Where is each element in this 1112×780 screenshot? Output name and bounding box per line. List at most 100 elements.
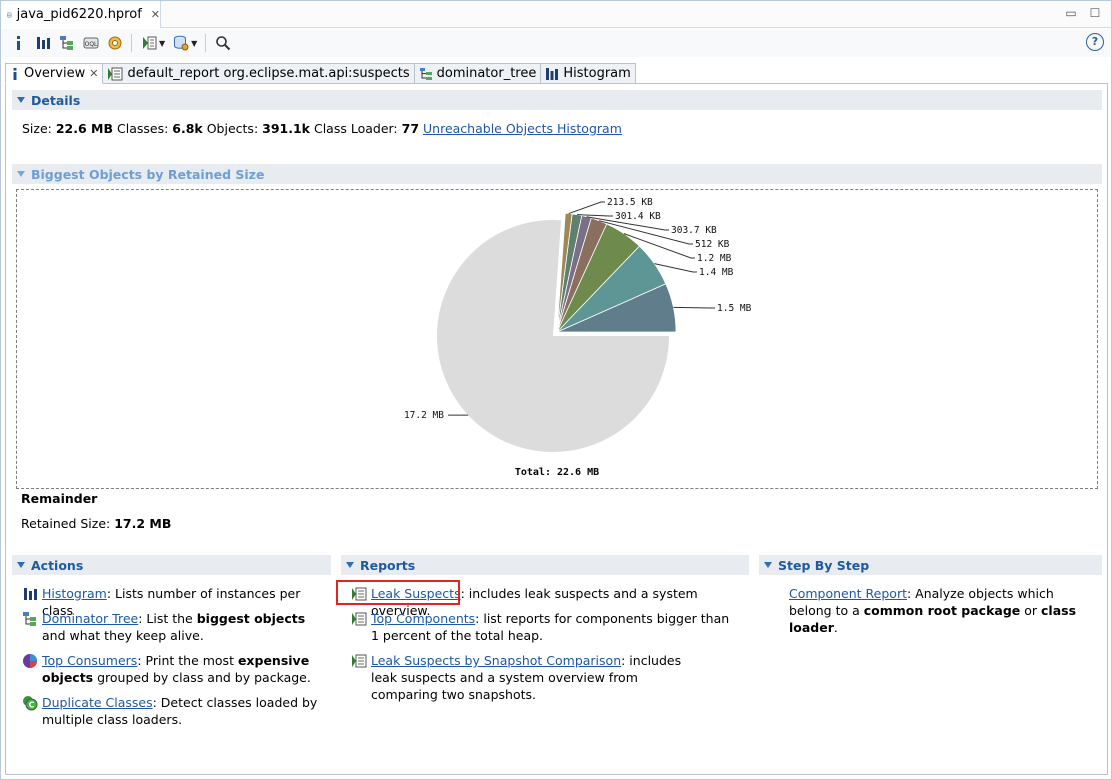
run-report-icon[interactable] bbox=[138, 33, 159, 54]
objects-value: 391.1k bbox=[262, 121, 310, 136]
search-icon[interactable] bbox=[212, 33, 233, 54]
retained-size: Retained Size: 17.2 MB bbox=[21, 516, 171, 531]
info-icon bbox=[13, 67, 17, 80]
biggest-objects-section-header[interactable]: Biggest Objects by Retained Size bbox=[12, 164, 1102, 184]
duplicate-classes-icon: C bbox=[23, 696, 38, 711]
size-label: Size: bbox=[22, 121, 56, 136]
tab-label: dominator_tree bbox=[436, 66, 537, 81]
size-value: 22.6 MB bbox=[55, 121, 114, 136]
report-icon bbox=[108, 67, 123, 80]
histogram-icon bbox=[546, 67, 559, 80]
heap-editor-window: java_pid6220.hprof ✕ ▭ ☐ OQL ▼ ▼ ? Overv… bbox=[0, 0, 1112, 780]
duplicate-classes-link[interactable]: Duplicate Classes bbox=[42, 695, 153, 710]
histogram-icon[interactable] bbox=[32, 33, 53, 54]
view-tab-bar: Overview ✕ default_report org.eclipse.ma… bbox=[5, 63, 636, 84]
heap-dump-overview-icon[interactable] bbox=[104, 33, 125, 54]
maximize-icon[interactable]: ☐ bbox=[1088, 6, 1102, 20]
tab-label: default_report org.eclipse.mat.api:suspe… bbox=[127, 66, 410, 81]
chevron-down-icon[interactable]: ▼ bbox=[159, 39, 165, 48]
collapse-icon[interactable] bbox=[17, 171, 25, 177]
actions-section-header[interactable]: Actions bbox=[12, 555, 331, 575]
collapse-icon[interactable] bbox=[764, 562, 772, 568]
retained-size-pie-chart: 1.5 MB 1.4 MB 1.2 MB 512 KB 303.7 KB 301.4 KB… bbox=[16, 189, 1098, 489]
dominator-tree-icon bbox=[419, 67, 432, 80]
histogram-icon bbox=[24, 588, 37, 600]
oql-icon[interactable]: OQL bbox=[80, 33, 101, 54]
pie-slice-label: 301.4 KB bbox=[615, 211, 661, 222]
pie-slice-label: 1.5 MB bbox=[717, 303, 752, 314]
dominator-tree-icon bbox=[23, 612, 36, 626]
step-emphasis: common root package bbox=[863, 603, 1021, 618]
pie-slice-label: 213.5 KB bbox=[607, 197, 653, 208]
editor-tab-hprof[interactable]: java_pid6220.hprof ✕ bbox=[1, 1, 161, 28]
step-by-step-title: Step By Step bbox=[778, 557, 870, 573]
action-emphasis: biggest objects bbox=[196, 611, 306, 626]
tab-label: Histogram bbox=[563, 66, 631, 81]
info-icon[interactable] bbox=[8, 33, 29, 54]
tab-dominator-tree[interactable]: dominator_tree bbox=[414, 63, 542, 84]
pie-slice-label: 17.2 MB bbox=[404, 410, 444, 421]
component-report-link[interactable]: Component Report bbox=[789, 586, 907, 601]
tab-histogram[interactable]: Histogram bbox=[541, 63, 636, 84]
pie-slice-label: 1.4 MB bbox=[699, 267, 734, 278]
pie-leader-line bbox=[568, 201, 605, 215]
remainder-title: Remainder bbox=[21, 491, 98, 506]
histogram-link[interactable]: Histogram bbox=[42, 586, 107, 601]
tab-label: Overview bbox=[24, 66, 86, 81]
retained-size-label: Retained Size: bbox=[21, 516, 115, 531]
details-section-header[interactable]: Details bbox=[12, 90, 1102, 110]
reports-title: Reports bbox=[360, 557, 416, 573]
biggest-objects-title: Biggest Objects by Retained Size bbox=[31, 166, 265, 182]
step-by-step-section-header[interactable]: Step By Step bbox=[759, 555, 1102, 575]
class-loader-value: 77 bbox=[401, 121, 420, 136]
top-consumers-icon bbox=[23, 654, 37, 668]
close-icon[interactable]: ✕ bbox=[89, 67, 98, 80]
close-icon[interactable]: ✕ bbox=[151, 8, 160, 21]
action-description: and what they keep alive. bbox=[42, 628, 204, 643]
help-icon[interactable]: ? bbox=[1086, 33, 1104, 51]
editor-tab-label: java_pid6220.hprof bbox=[16, 7, 142, 22]
action-description: : List the bbox=[138, 611, 197, 626]
toolbar-separator bbox=[131, 34, 132, 52]
pie-chart-svg: 1.5 MB 1.4 MB 1.2 MB 512 KB 303.7 KB 301.4 KB… bbox=[404, 197, 752, 478]
pie-slice-label: 303.7 KB bbox=[671, 225, 717, 236]
action-description: grouped by class and by package. bbox=[93, 670, 311, 685]
editor-tab-bar: java_pid6220.hprof ✕ ▭ ☐ bbox=[1, 1, 1111, 28]
report-icon bbox=[352, 654, 367, 668]
top-components-link[interactable]: Top Components bbox=[371, 611, 475, 626]
step-component-report: Component Report: Analyze objects which … bbox=[789, 585, 1094, 636]
classes-value: 6.8k bbox=[172, 121, 203, 136]
retained-size-value: 17.2 MB bbox=[114, 516, 172, 531]
action-description: : Print the most bbox=[137, 653, 238, 668]
unreachable-objects-histogram-link[interactable]: Unreachable Objects Histogram bbox=[423, 121, 622, 136]
dominator-tree-link[interactable]: Dominator Tree bbox=[42, 611, 138, 626]
collapse-icon[interactable] bbox=[17, 97, 25, 103]
pie-slice-label: 512 KB bbox=[695, 239, 730, 250]
tab-overview[interactable]: Overview ✕ bbox=[5, 63, 104, 84]
actions-title: Actions bbox=[31, 557, 84, 573]
reports-section-header[interactable]: Reports bbox=[341, 555, 749, 575]
leak-suspects-comparison-link[interactable]: Leak Suspects by Snapshot Comparison bbox=[371, 653, 621, 668]
heap-dump-icon bbox=[7, 11, 12, 18]
open-query-browser-icon[interactable] bbox=[170, 33, 191, 54]
toolbar: OQL ▼ ▼ ? bbox=[2, 29, 1110, 57]
tab-default-report[interactable]: default_report org.eclipse.mat.api:suspe… bbox=[103, 63, 415, 84]
objects-label: Objects: bbox=[202, 121, 263, 136]
collapse-icon[interactable] bbox=[17, 562, 25, 568]
annotation-highlight-box bbox=[336, 580, 460, 605]
toolbar-separator bbox=[205, 34, 207, 52]
report-icon bbox=[352, 612, 367, 626]
pie-slice-label: 1.2 MB bbox=[697, 253, 732, 264]
pie-total-label: Total: 22.6 MB bbox=[515, 467, 599, 478]
step-description: . bbox=[833, 620, 838, 635]
dominator-tree-icon[interactable] bbox=[56, 33, 77, 54]
minimize-icon[interactable]: ▭ bbox=[1064, 6, 1078, 20]
top-consumers-link[interactable]: Top Consumers bbox=[42, 653, 137, 668]
details-title: Details bbox=[31, 92, 81, 108]
pie-leader-line bbox=[673, 306, 715, 309]
step-description: or bbox=[1020, 603, 1041, 618]
class-loader-label: Class Loader: bbox=[310, 121, 402, 136]
collapse-icon[interactable] bbox=[346, 562, 354, 568]
pie-leader-line bbox=[654, 263, 697, 273]
chevron-down-icon[interactable]: ▼ bbox=[191, 39, 197, 48]
